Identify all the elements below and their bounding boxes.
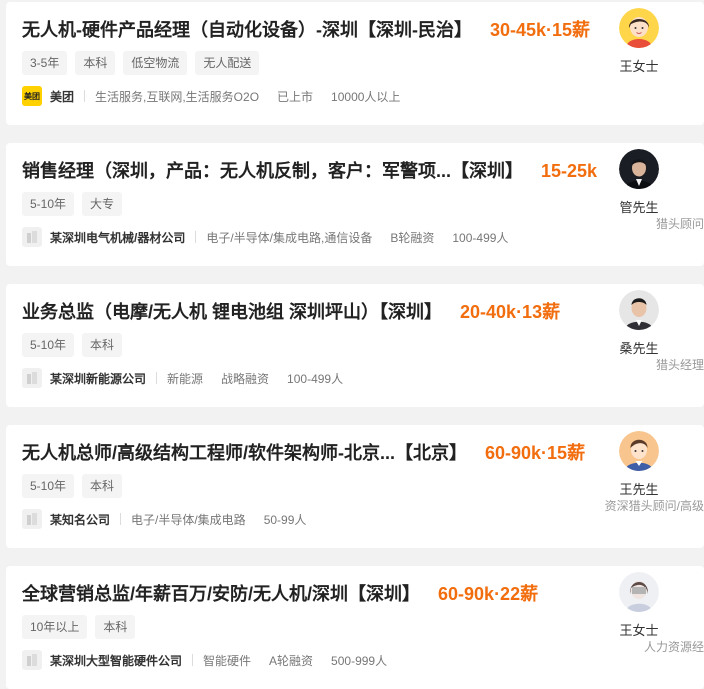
job-card[interactable]: 销售经理（深圳，产品：无人机反制，客户：军警项...【深圳】 15-25k 5-… <box>6 143 704 266</box>
recruiter-name: 王女士 <box>619 623 659 638</box>
tag-education: 大专 <box>82 192 123 216</box>
job-tags: 10年以上 本科 <box>22 615 136 639</box>
job-tags: 5-10年 本科 <box>22 333 123 357</box>
job-title-row[interactable]: 销售经理（深圳，产品：无人机反制，客户：军警项...【深圳】 15-25k <box>22 157 597 183</box>
divider <box>120 513 122 525</box>
company-stage: 已上市 <box>277 89 314 104</box>
divider <box>195 231 197 243</box>
company-name[interactable]: 某深圳电气机械/器材公司 <box>50 229 185 246</box>
job-title-row[interactable]: 业务总监（电摩/无人机 锂电池组 深圳坪山）【深圳】 20-40k·13薪 <box>22 298 560 324</box>
tag-experience: 5-10年 <box>22 192 75 216</box>
recruiter-title: 猎头顾问 <box>655 217 704 231</box>
company-industry: 新能源 <box>167 371 204 386</box>
job-title-row[interactable]: 全球营销总监/年薪百万/安防/无人机/深圳【深圳】 60-90k·22薪 <box>22 580 538 606</box>
job-title-row[interactable]: 无人机-硬件产品经理（自动化设备）-深圳【深圳-民治】 30-45k·15薪 <box>22 16 590 42</box>
job-tags: 3-5年 本科 低空物流 无人配送 <box>22 51 260 75</box>
tag-experience: 5-10年 <box>22 333 75 357</box>
job-title[interactable]: 业务总监（电摩/无人机 锂电池组 深圳坪山）【深圳】 <box>22 298 442 324</box>
company-info: 某知名公司 电子/半导体/集成电路 50-99人 <box>22 509 324 529</box>
company-logo-placeholder-icon[interactable] <box>22 368 42 388</box>
recruiter-title: 猎头经理 <box>655 358 704 372</box>
job-card[interactable]: 全球营销总监/年薪百万/安防/无人机/深圳【深圳】 60-90k·22薪 10年… <box>6 566 704 689</box>
job-list: 无人机-硬件产品经理（自动化设备）-深圳【深圳-民治】 30-45k·15薪 3… <box>0 0 704 689</box>
divider <box>192 654 194 666</box>
company-industry: 电子/半导体/集成电路 <box>131 512 246 527</box>
job-tags: 5-10年 本科 <box>22 474 123 498</box>
company-stage: 战略融资 <box>221 371 270 386</box>
job-salary: 15-25k <box>541 161 598 181</box>
tag-education: 本科 <box>95 615 136 639</box>
recruiter[interactable]: 管先生 猎头顾问 <box>614 149 704 259</box>
company-info: 某深圳新能源公司 新能源 战略融资 100-499人 <box>22 368 361 388</box>
job-salary: 60-90k·22薪 <box>438 584 539 604</box>
job-tags: 5-10年 大专 <box>22 192 123 216</box>
recruiter-title: 资深猎头顾问/高级 <box>604 499 704 513</box>
company-size: 500-999人 <box>331 653 388 668</box>
recruiter-title: 人力资源经 <box>643 640 704 654</box>
company-size: 100-499人 <box>452 230 509 245</box>
recruiter-avatar <box>619 431 659 471</box>
company-logo-placeholder-icon[interactable] <box>22 509 42 529</box>
tag-experience: 3-5年 <box>22 51 68 75</box>
job-card[interactable]: 业务总监（电摩/无人机 锂电池组 深圳坪山）【深圳】 20-40k·13薪 5-… <box>6 284 704 407</box>
recruiter[interactable]: 王女士 人力资源经 <box>614 572 704 682</box>
company-name[interactable]: 美团 <box>50 88 74 105</box>
company-info: 某深圳大型智能硬件公司 智能硬件 A轮融资 500-999人 <box>22 650 405 670</box>
company-logo-placeholder-icon[interactable] <box>22 227 42 247</box>
tag-keyword: 低空物流 <box>123 51 188 75</box>
recruiter[interactable]: 王女士 <box>614 8 704 118</box>
company-info: 美团 美团 生活服务,互联网,生活服务O2O 已上市 10000人以上 <box>22 86 418 106</box>
company-logo[interactable]: 美团 <box>22 86 42 106</box>
recruiter-avatar <box>619 572 659 612</box>
job-salary: 60-90k·15薪 <box>485 443 586 463</box>
job-salary: 30-45k·15薪 <box>489 20 591 40</box>
divider <box>156 372 158 384</box>
company-industry: 电子/半导体/集成电路,通信设备 <box>206 230 373 245</box>
tag-education: 本科 <box>82 474 123 498</box>
recruiter-avatar <box>619 8 659 48</box>
company-size: 100-499人 <box>287 371 344 386</box>
recruiter-name: 管先生 <box>619 200 659 215</box>
company-info: 某深圳电气机械/器材公司 电子/半导体/集成电路,通信设备 B轮融资 100-4… <box>22 227 526 247</box>
job-title[interactable]: 无人机总师/高级结构工程师/软件架构师-北京...【北京】 <box>22 439 467 465</box>
job-title[interactable]: 全球营销总监/年薪百万/安防/无人机/深圳【深圳】 <box>22 580 420 606</box>
job-card[interactable]: 无人机-硬件产品经理（自动化设备）-深圳【深圳-民治】 30-45k·15薪 3… <box>6 2 704 125</box>
tag-education: 本科 <box>82 333 123 357</box>
company-stage: B轮融资 <box>390 230 435 245</box>
job-title-row[interactable]: 无人机总师/高级结构工程师/软件架构师-北京...【北京】 60-90k·15薪 <box>22 439 585 465</box>
job-salary: 20-40k·13薪 <box>460 302 561 322</box>
company-industry: 智能硬件 <box>203 653 252 668</box>
job-title[interactable]: 销售经理（深圳，产品：无人机反制，客户：军警项...【深圳】 <box>22 157 523 183</box>
tag-education: 本科 <box>75 51 116 75</box>
recruiter-name: 王先生 <box>619 482 659 497</box>
company-industry: 生活服务,互联网,生活服务O2O <box>95 89 260 104</box>
company-name[interactable]: 某知名公司 <box>50 511 110 528</box>
divider <box>84 90 86 102</box>
tag-experience: 5-10年 <box>22 474 75 498</box>
company-name[interactable]: 某深圳大型智能硬件公司 <box>50 652 182 669</box>
company-logo-placeholder-icon[interactable] <box>22 650 42 670</box>
recruiter[interactable]: 桑先生 猎头经理 <box>614 290 704 400</box>
recruiter-avatar <box>619 149 659 189</box>
recruiter-name: 王女士 <box>619 59 659 74</box>
tag-experience: 10年以上 <box>22 615 88 639</box>
job-card[interactable]: 无人机总师/高级结构工程师/软件架构师-北京...【北京】 60-90k·15薪… <box>6 425 704 548</box>
job-title[interactable]: 无人机-硬件产品经理（自动化设备）-深圳【深圳-民治】 <box>22 16 472 42</box>
company-name[interactable]: 某深圳新能源公司 <box>50 370 146 387</box>
company-size: 50-99人 <box>263 512 307 527</box>
recruiter-name: 桑先生 <box>619 341 659 356</box>
recruiter-avatar <box>619 290 659 330</box>
company-stage: A轮融资 <box>269 653 314 668</box>
recruiter[interactable]: 王先生 资深猎头顾问/高级 <box>605 431 704 541</box>
company-size: 10000人以上 <box>331 89 401 104</box>
tag-keyword: 无人配送 <box>195 51 260 75</box>
